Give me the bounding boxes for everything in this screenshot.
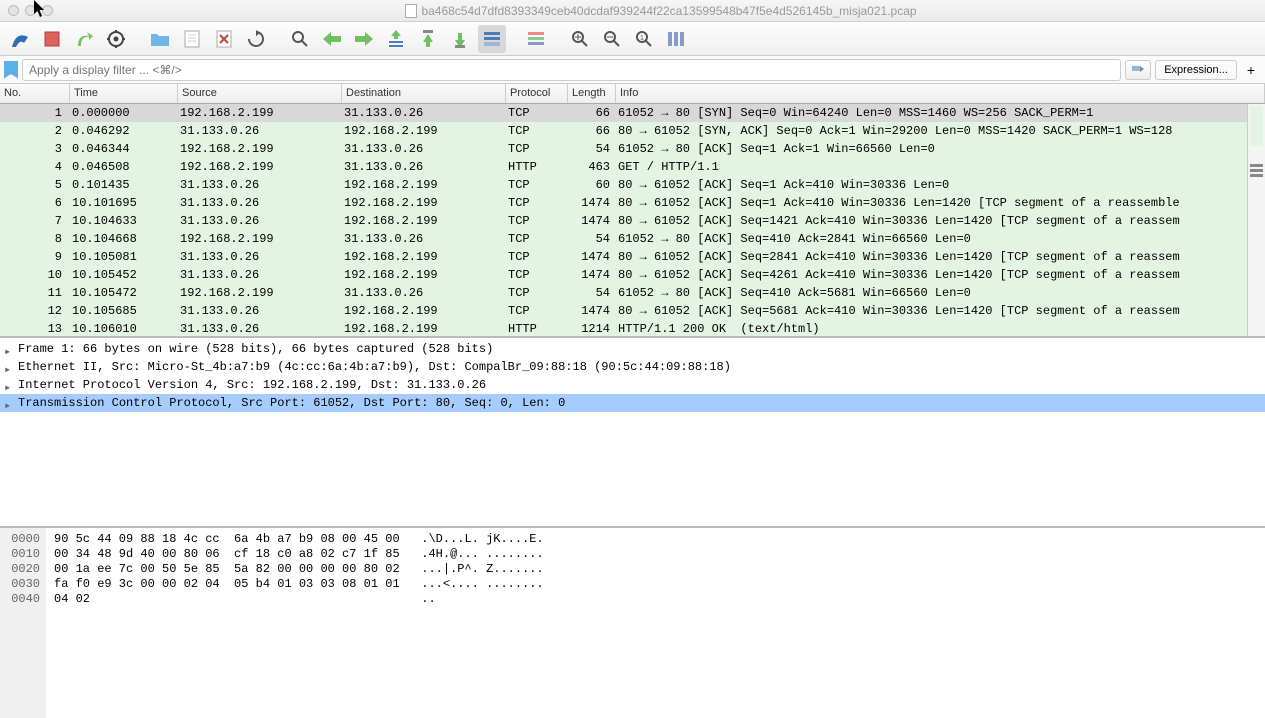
packet-row[interactable]: 50.10143531.133.0.26192.168.2.199TCP6080…: [0, 176, 1265, 194]
expand-icon[interactable]: ▸: [4, 380, 14, 390]
packet-row[interactable]: 1010.10545231.133.0.26192.168.2.199TCP14…: [0, 266, 1265, 284]
window-controls[interactable]: [8, 5, 53, 16]
col-destination: Destination: [342, 84, 506, 103]
go-forward-icon[interactable]: [350, 25, 378, 53]
svg-text:1: 1: [640, 35, 644, 42]
packet-row[interactable]: 610.10169531.133.0.26192.168.2.199TCP147…: [0, 194, 1265, 212]
zoom-window-icon[interactable]: [42, 5, 53, 16]
toolbar: 1: [0, 22, 1265, 56]
shark-fin-icon[interactable]: [6, 25, 34, 53]
find-icon[interactable]: [286, 25, 314, 53]
minimize-window-icon[interactable]: [25, 5, 36, 16]
go-back-icon[interactable]: [318, 25, 346, 53]
expand-icon[interactable]: ▸: [4, 398, 14, 408]
packet-overview-scrollbar[interactable]: [1247, 104, 1265, 336]
expand-icon[interactable]: ▸: [4, 344, 14, 354]
packet-row[interactable]: 20.04629231.133.0.26192.168.2.199TCP6680…: [0, 122, 1265, 140]
titlebar: ba468c54d7dfd8393349ceb40dcdaf939244f22c…: [0, 0, 1265, 22]
col-protocol: Protocol: [506, 84, 568, 103]
packet-row[interactable]: 10.000000192.168.2.19931.133.0.26TCP6661…: [0, 104, 1265, 122]
stop-capture-icon[interactable]: [38, 25, 66, 53]
packet-list[interactable]: 10.000000192.168.2.19931.133.0.26TCP6661…: [0, 104, 1265, 338]
filter-dropdown-icon[interactable]: [1125, 60, 1151, 80]
expression-button[interactable]: Expression...: [1155, 60, 1237, 80]
hex-bytes: 90 5c 44 09 88 18 4c cc 6a 4b a7 b9 08 0…: [46, 528, 1265, 718]
close-file-icon[interactable]: [210, 25, 238, 53]
go-first-icon[interactable]: [414, 25, 442, 53]
packet-row[interactable]: 1210.10568531.133.0.26192.168.2.199TCP14…: [0, 302, 1265, 320]
hex-offsets: 0000 0010 0020 0030 0040: [0, 528, 46, 718]
colorize-icon[interactable]: [522, 25, 550, 53]
go-last-icon[interactable]: [446, 25, 474, 53]
go-to-packet-icon[interactable]: [382, 25, 410, 53]
packet-row[interactable]: 1110.105472192.168.2.19931.133.0.26TCP54…: [0, 284, 1265, 302]
detail-row[interactable]: ▸Ethernet II, Src: Micro-St_4b:a7:b9 (4c…: [0, 358, 1265, 376]
zoom-in-icon[interactable]: [566, 25, 594, 53]
packet-row[interactable]: 40.046508192.168.2.19931.133.0.26HTTP463…: [0, 158, 1265, 176]
document-icon: [405, 4, 417, 18]
restart-capture-icon[interactable]: [70, 25, 98, 53]
close-window-icon[interactable]: [8, 5, 19, 16]
packet-row[interactable]: 710.10463331.133.0.26192.168.2.199TCP147…: [0, 212, 1265, 230]
save-file-icon[interactable]: [178, 25, 206, 53]
packet-details[interactable]: ▸Frame 1: 66 bytes on wire (528 bits), 6…: [0, 338, 1265, 528]
add-filter-button[interactable]: +: [1241, 62, 1261, 78]
detail-row[interactable]: ▸Internet Protocol Version 4, Src: 192.1…: [0, 376, 1265, 394]
detail-row[interactable]: ▸Transmission Control Protocol, Src Port…: [0, 394, 1265, 412]
packet-row[interactable]: 910.10508131.133.0.26192.168.2.199TCP147…: [0, 248, 1265, 266]
packet-row[interactable]: 810.104668192.168.2.19931.133.0.26TCP546…: [0, 230, 1265, 248]
packet-bytes[interactable]: 0000 0010 0020 0030 0040 90 5c 44 09 88 …: [0, 528, 1265, 718]
resize-columns-icon[interactable]: [662, 25, 690, 53]
display-filter-input[interactable]: [22, 59, 1121, 81]
open-file-icon[interactable]: [146, 25, 174, 53]
packet-list-header[interactable]: No. Time Source Destination Protocol Len…: [0, 84, 1265, 104]
zoom-reset-icon[interactable]: 1: [630, 25, 658, 53]
packet-row[interactable]: 1310.10601031.133.0.26192.168.2.199HTTP1…: [0, 320, 1265, 338]
col-no: No.: [0, 84, 70, 103]
filter-bar: Expression... +: [0, 56, 1265, 84]
capture-options-icon[interactable]: [102, 25, 130, 53]
col-length: Length: [568, 84, 616, 103]
expand-icon[interactable]: ▸: [4, 362, 14, 372]
detail-row[interactable]: ▸Frame 1: 66 bytes on wire (528 bits), 6…: [0, 340, 1265, 358]
bookmark-icon[interactable]: [4, 61, 18, 79]
window-title: ba468c54d7dfd8393349ceb40dcdaf939244f22c…: [65, 4, 1257, 18]
packet-row[interactable]: 30.046344192.168.2.19931.133.0.26TCP5461…: [0, 140, 1265, 158]
reload-icon[interactable]: [242, 25, 270, 53]
auto-scroll-icon[interactable]: [478, 25, 506, 53]
col-time: Time: [70, 84, 178, 103]
col-source: Source: [178, 84, 342, 103]
col-info: Info: [616, 84, 1265, 103]
zoom-out-icon[interactable]: [598, 25, 626, 53]
